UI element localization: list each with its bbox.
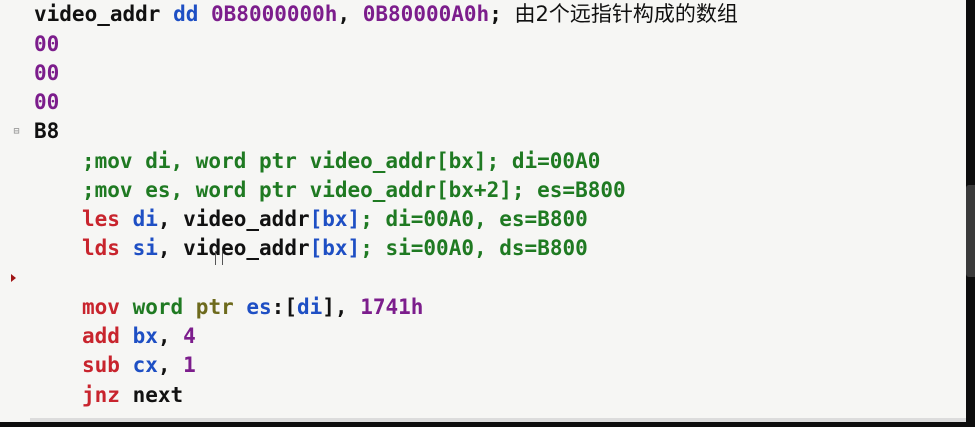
- code-token: ; si=00A0, ds=B800: [360, 236, 588, 260]
- code-token: 4: [183, 324, 196, 348]
- code-editor[interactable]: ⊟ video_addr dd 0B8000000h, 0B80000A0h; …: [0, 0, 966, 422]
- code-line[interactable]: ;mov es, word ptr video_addr[bx+2]; es=B…: [82, 176, 626, 205]
- code-token: video_addr: [183, 207, 310, 231]
- code-token: next: [132, 383, 184, 407]
- code-token: mov: [82, 295, 133, 319]
- code-token: [bx]: [309, 236, 361, 260]
- code-token: ;mov es, word ptr video_addr[bx+2]; es=B…: [82, 178, 626, 202]
- code-line[interactable]: video_addr dd 0B8000000h, 0B80000A0h; 由2…: [34, 0, 738, 29]
- code-line[interactable]: ;mov di, word ptr video_addr[bx]; di=00A…: [82, 147, 600, 176]
- code-line[interactable]: sub cx, 1: [82, 351, 196, 380]
- code-token: 0B80000A0h: [362, 2, 490, 26]
- code-token: di: [132, 207, 158, 231]
- code-token: ,: [337, 2, 363, 26]
- code-token: jnz: [82, 383, 133, 407]
- code-token: ,: [157, 207, 184, 231]
- code-token: cx: [132, 353, 158, 377]
- code-line[interactable]: 00: [34, 59, 59, 88]
- code-token: 00: [34, 90, 60, 114]
- code-token: video_addr: [34, 2, 174, 26]
- code-line[interactable]: les di, video_addr[bx]; di=00A0, es=B800: [82, 205, 588, 234]
- code-line[interactable]: lds si, video_addr[bx]; si=00A0, ds=B800: [82, 234, 588, 263]
- horizontal-scrollbar[interactable]: [30, 418, 966, 422]
- code-token: 00: [34, 32, 60, 56]
- code-token: word: [132, 295, 196, 319]
- code-token: 0B8000000h: [211, 2, 338, 26]
- code-token: es: [246, 295, 272, 319]
- code-token: ; di=00A0, es=B800: [360, 207, 588, 231]
- fold-marker-icon[interactable]: ⊟: [12, 127, 21, 137]
- code-token: si: [132, 236, 158, 260]
- code-token: ],: [322, 295, 361, 319]
- code-token: ,: [157, 353, 184, 377]
- code-token: 1: [183, 353, 196, 377]
- code-line[interactable]: B8: [34, 117, 59, 146]
- code-token: sub: [82, 353, 133, 377]
- code-token: ;: [489, 2, 515, 26]
- code-token: [bx]: [309, 207, 361, 231]
- code-line[interactable]: 00: [34, 88, 59, 117]
- code-token: bx: [132, 324, 158, 348]
- code-token: ,: [157, 236, 184, 260]
- code-token: lds: [82, 236, 133, 260]
- code-token: add: [82, 324, 133, 348]
- code-token: ptr: [195, 295, 247, 319]
- code-line[interactable]: 00: [34, 30, 59, 59]
- code-token: di: [296, 295, 323, 319]
- code-token: B8: [34, 119, 60, 143]
- code-line[interactable]: add bx, 4: [82, 322, 196, 351]
- breakpoint-arrow-icon: [11, 274, 16, 282]
- vertical-scrollbar-thumb[interactable]: [966, 185, 975, 277]
- code-token: video_addr: [183, 236, 310, 260]
- editor-gutter: ⊟: [0, 0, 30, 422]
- code-token: 1741h: [360, 295, 424, 319]
- code-token: 由2个远指针构成的数组: [514, 2, 738, 26]
- code-token: ;mov di, word ptr video_addr[bx]; di=00A…: [82, 149, 601, 173]
- text-cursor-icon: [215, 251, 223, 265]
- code-token: les: [82, 207, 133, 231]
- code-line[interactable]: mov word ptr es:[di], 1741h: [82, 293, 423, 322]
- code-token: 00: [34, 61, 60, 85]
- code-token: ,: [157, 324, 184, 348]
- code-token: dd: [173, 2, 212, 26]
- code-token: :[: [271, 295, 297, 319]
- code-line[interactable]: jnz next: [82, 381, 183, 410]
